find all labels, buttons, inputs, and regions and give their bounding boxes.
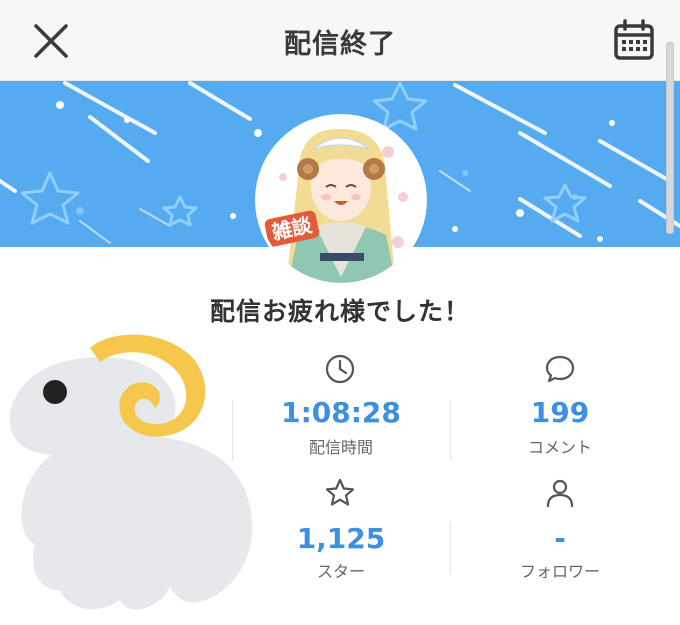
scrollbar[interactable]: [666, 42, 674, 234]
person-icon: [543, 476, 577, 510]
comments-label: コメント: [527, 438, 592, 457]
avatar[interactable]: 雑談: [258, 117, 424, 283]
star-icon: [323, 476, 357, 510]
top-bar: 配信終了: [0, 0, 680, 81]
followers-label: フォロワー: [519, 562, 600, 581]
followers-value: -: [554, 522, 566, 555]
clock-icon: [323, 352, 357, 386]
comments-value: 199: [530, 396, 590, 429]
sheep-sticker-icon: [0, 330, 270, 620]
calendar-icon[interactable]: [612, 18, 656, 62]
greeting-text: 配信お疲れ様でした！: [209, 297, 470, 326]
comment-icon: [543, 352, 577, 386]
page-title: 配信終了: [284, 29, 396, 60]
